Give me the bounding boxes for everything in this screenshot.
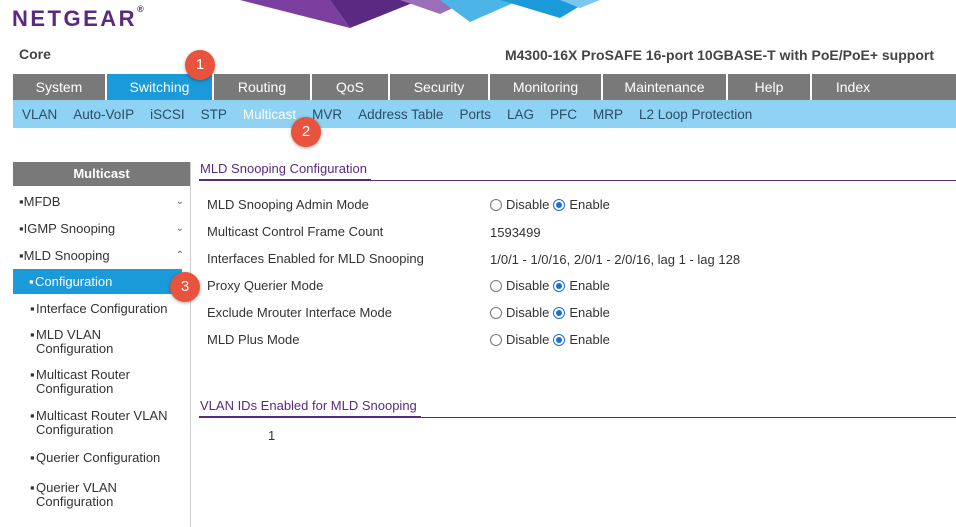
section-title-mld-config: MLD Snooping Configuration (200, 161, 367, 176)
site-name: Core (19, 46, 51, 62)
bullet-icon: ▪ (30, 450, 35, 465)
radio-label: Disable (506, 332, 550, 347)
mld-plus-enable-radio[interactable] (553, 333, 566, 346)
radio-label: Disable (506, 197, 550, 212)
subnav-pfc[interactable]: PFC (550, 107, 577, 122)
tab-qos[interactable]: QoS (312, 74, 390, 100)
callout-badge-3: 3 (170, 272, 200, 302)
bullet-icon: ▪ (30, 327, 35, 342)
chevron-down-icon: ⌄ (175, 196, 184, 207)
sidebar-title: Multicast (13, 162, 190, 186)
callout-badge-1: 1 (185, 50, 215, 80)
tab-security[interactable]: Security (390, 74, 490, 100)
subnav-l2-loop-protection[interactable]: L2 Loop Protection (639, 107, 752, 122)
bullet-icon: ▪ (30, 480, 35, 495)
subnav-mvr[interactable]: MVR (312, 107, 342, 122)
sidebar-group-label: MLD Snooping (23, 248, 110, 263)
admin-mode-disable-radio[interactable] (490, 198, 502, 211)
sidebar-item-configuration[interactable]: ▪ Configuration (13, 269, 182, 294)
subnav-vlan[interactable]: VLAN (22, 107, 57, 122)
bullet-icon: ▪ (29, 274, 34, 289)
exclude-mrouter-disable-radio[interactable] (490, 306, 502, 319)
sidebar-item-querier-configuration[interactable]: ▪ Querier Configuration (13, 451, 190, 473)
mld-plus-radio-group: Disable Enable (490, 332, 614, 347)
sidebar-item-label: Multicast Router Configuration (36, 367, 130, 396)
proxy-querier-enable-radio[interactable] (553, 279, 566, 292)
subnav-mrp[interactable]: MRP (593, 107, 623, 122)
chevron-down-icon: ⌄ (175, 223, 184, 234)
tab-help[interactable]: Help (728, 74, 812, 100)
sidebar-item-multicast-router-vlan-configuration[interactable]: ▪ Multicast Router VLAN Configuration (13, 409, 190, 445)
tab-system[interactable]: System (13, 74, 107, 100)
mld-plus-disable-radio[interactable] (490, 333, 502, 346)
sidebar-group-label: MFDB (23, 194, 61, 209)
netgear-logo: NETGEAR® (12, 4, 144, 31)
exclude-mrouter-radio-group: Disable Enable (490, 305, 614, 320)
sidebar-item-querier-vlan-configuration[interactable]: ▪ Querier VLAN Configuration (13, 481, 133, 517)
tab-maintenance[interactable]: Maintenance (603, 74, 728, 100)
sidebar-item-label: MLD VLAN Configuration (36, 327, 114, 356)
sidebar-item-multicast-router-configuration[interactable]: ▪ Multicast Router Configuration (13, 368, 163, 404)
radio-label: Disable (506, 305, 550, 320)
sidebar-item-label: Querier VLAN Configuration (36, 480, 117, 509)
tab-routing[interactable]: Routing (214, 74, 312, 100)
admin-mode-radio-group: Disable Enable (490, 197, 614, 212)
sidebar-group-mld-snooping[interactable]: ▪MLD Snooping ⌃ (13, 242, 190, 269)
sidebar-item-label: Multicast Router VLAN Configuration (36, 408, 168, 437)
label-admin-mode: MLD Snooping Admin Mode (207, 197, 369, 212)
model-description: M4300-16X ProSAFE 16-port 10GBASE-T with… (504, 47, 934, 63)
radio-label: Enable (569, 332, 610, 347)
label-control-frame-count: Multicast Control Frame Count (207, 224, 384, 239)
tab-index[interactable]: Index (812, 74, 894, 100)
sidebar-group-mfdb[interactable]: ▪MFDB ⌄ (13, 188, 190, 215)
sub-nav: VLAN Auto-VoIP iSCSI STP Multicast MVR A… (13, 100, 956, 128)
sidebar-item-mld-vlan-configuration[interactable]: ▪ MLD VLAN Configuration (13, 328, 153, 364)
section-divider (199, 180, 956, 181)
vlan-id-value: 1 (268, 428, 276, 443)
sidebar-item-interface-configuration[interactable]: ▪ Interface Configuration (13, 302, 190, 322)
sidebar-group-label: IGMP Snooping (23, 221, 116, 236)
radio-label: Enable (569, 197, 610, 212)
bullet-icon: ▪ (30, 301, 35, 316)
subnav-auto-voip[interactable]: Auto-VoIP (73, 107, 134, 122)
main-nav: System Switching Routing QoS Security Mo… (13, 74, 956, 100)
label-exclude-mrouter-mode: Exclude Mrouter Interface Mode (207, 305, 392, 320)
subnav-ports[interactable]: Ports (459, 107, 491, 122)
proxy-querier-radio-group: Disable Enable (490, 278, 614, 293)
radio-label: Enable (569, 278, 610, 293)
label-mld-plus-mode: MLD Plus Mode (207, 332, 300, 347)
label-proxy-querier-mode: Proxy Querier Mode (207, 278, 324, 293)
sidebar-group-igmp-snooping[interactable]: ▪IGMP Snooping ⌄ (13, 215, 190, 242)
sidebar: Multicast ▪MFDB ⌄ ▪IGMP Snooping ⌄ ▪MLD … (13, 162, 191, 527)
control-frame-count-value: 1593499 (490, 225, 541, 240)
tab-monitoring[interactable]: Monitoring (490, 74, 603, 100)
sidebar-item-label: Querier Configuration (36, 450, 161, 465)
radio-label: Disable (506, 278, 550, 293)
interfaces-enabled-value: 1/0/1 - 1/0/16, 2/0/1 - 2/0/16, lag 1 - … (490, 252, 741, 267)
bullet-icon: ▪ (30, 367, 35, 382)
admin-mode-enable-radio[interactable] (553, 198, 566, 211)
subnav-stp[interactable]: STP (201, 107, 227, 122)
sidebar-item-label: Configuration (35, 274, 113, 289)
radio-label: Enable (569, 305, 610, 320)
exclude-mrouter-enable-radio[interactable] (553, 306, 566, 319)
subnav-address-table[interactable]: Address Table (358, 107, 443, 122)
bullet-icon: ▪ (30, 408, 35, 423)
section-title-vlan-ids: VLAN IDs Enabled for MLD Snooping (200, 398, 417, 413)
section-divider (199, 417, 956, 418)
subnav-lag[interactable]: LAG (507, 107, 534, 122)
sidebar-item-label: Interface Configuration (36, 301, 168, 316)
subnav-iscsi[interactable]: iSCSI (150, 107, 185, 122)
label-interfaces-enabled: Interfaces Enabled for MLD Snooping (207, 251, 424, 266)
proxy-querier-disable-radio[interactable] (490, 279, 502, 292)
callout-badge-2: 2 (291, 117, 321, 147)
chevron-up-icon: ⌃ (175, 250, 184, 261)
subnav-multicast[interactable]: Multicast (243, 107, 296, 122)
